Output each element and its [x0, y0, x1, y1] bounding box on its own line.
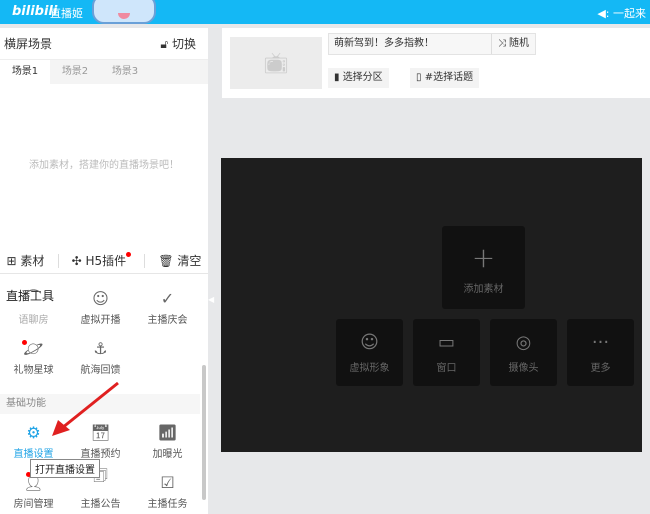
red-arrow-annotation	[52, 381, 119, 436]
